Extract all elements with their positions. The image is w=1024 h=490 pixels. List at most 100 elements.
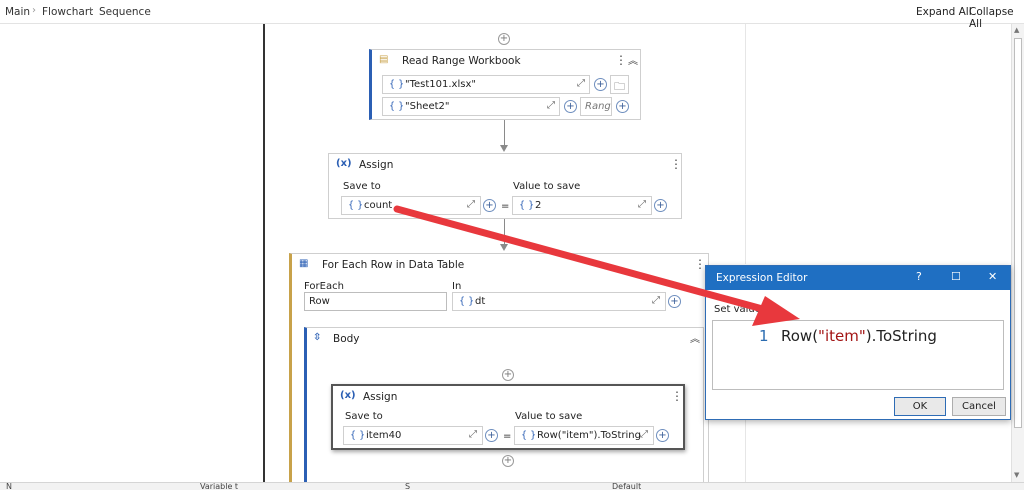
add-activity-plus-icon[interactable]: + xyxy=(498,33,510,45)
save-to-label: Save to xyxy=(345,411,383,422)
add-variable-plus-icon[interactable]: + xyxy=(483,199,496,212)
data-table-icon: ▦ xyxy=(299,258,309,269)
expand-editor-icon[interactable]: ⤢ xyxy=(467,199,475,210)
activity-title: Assign xyxy=(359,159,394,171)
expression-code-line[interactable]: Row("item").ToString xyxy=(781,327,937,345)
kebab-menu-icon[interactable]: ⋮ xyxy=(615,53,627,67)
dialog-title: Expression Editor xyxy=(716,272,808,284)
add-variable-plus-icon[interactable]: + xyxy=(668,295,681,308)
range-field[interactable]: Rang xyxy=(580,97,612,116)
variables-col-type[interactable]: Variable t xyxy=(200,483,238,490)
expression-code-editor[interactable]: 1 Row("item").ToString xyxy=(712,320,1004,390)
value-to-save-value: 2 xyxy=(535,200,542,211)
chevron-right-icon: › xyxy=(32,5,36,16)
expand-all-button[interactable]: Expand All xyxy=(916,6,972,18)
variables-panel-header xyxy=(0,482,1024,490)
expand-editor-icon[interactable]: ⤢ xyxy=(469,429,477,440)
add-variable-plus-icon[interactable]: + xyxy=(654,199,667,212)
connector-line xyxy=(504,120,505,146)
chevron-right-icon: › xyxy=(89,5,93,16)
maximize-icon[interactable]: ☐ xyxy=(951,270,961,283)
add-activity-plus-icon[interactable]: + xyxy=(502,455,514,467)
expand-editor-icon[interactable]: ⤢ xyxy=(547,100,555,111)
add-activity-plus-icon[interactable]: + xyxy=(502,369,514,381)
collapse-icon[interactable]: ︽ xyxy=(628,52,638,67)
connector-arrowhead xyxy=(500,145,508,152)
help-icon[interactable]: ? xyxy=(916,270,922,283)
code-token: ).ToString xyxy=(865,327,937,345)
designer-topbar: Main › Flowchart › Sequence Expand All C… xyxy=(0,0,1024,30)
breadcrumb-main[interactable]: Main xyxy=(5,6,30,18)
variables-col-scope[interactable]: S xyxy=(405,483,410,490)
variables-col-name[interactable]: N xyxy=(6,483,12,490)
sheet-name-field[interactable]: { } "Sheet2" ⤢ xyxy=(382,97,560,116)
body-sequence[interactable]: ⇳ Body ︽ + (x) Assign ⋮ Save to Value to… xyxy=(304,327,704,483)
value-to-save-value: Row("item").ToString xyxy=(537,430,641,441)
code-string-token: "item" xyxy=(818,327,866,345)
foreach-item-value: Row xyxy=(309,296,330,307)
code-token: Row( xyxy=(781,327,819,345)
breadcrumb-sequence[interactable]: Sequence xyxy=(99,6,151,18)
expression-editor-dialog[interactable]: Expression Editor ? ☐ ✕ Set value (S 1 R… xyxy=(705,265,1011,420)
excel-workbook-icon: ▤ xyxy=(379,54,389,65)
scroll-thumb[interactable] xyxy=(1014,38,1022,428)
equals-sign: = xyxy=(501,201,510,212)
sequence-border-left xyxy=(263,24,265,482)
dialog-titlebar[interactable]: Expression Editor ? ☐ ✕ xyxy=(706,266,1010,290)
save-to-label: Save to xyxy=(343,181,381,192)
assign-variable-icon: (x) xyxy=(336,158,352,169)
add-variable-plus-icon[interactable]: + xyxy=(564,100,577,113)
in-collection-field[interactable]: { } dt ⤢ xyxy=(452,292,666,311)
cancel-button[interactable]: Cancel xyxy=(952,397,1006,416)
workbook-path-value: "Test101.xlsx" xyxy=(405,79,476,90)
sequence-icon: ⇳ xyxy=(313,332,322,343)
dialog-subtitle: Set value (S xyxy=(714,304,775,315)
expression-brace-icon: { } xyxy=(389,101,405,112)
expand-editor-icon[interactable]: ⤢ xyxy=(652,295,660,306)
foreach-label: ForEach xyxy=(304,281,344,292)
ok-button[interactable]: OK xyxy=(894,397,946,416)
breadcrumb-flowchart[interactable]: Flowchart xyxy=(42,6,93,18)
assign-activity-count[interactable]: (x) Assign ⋮ Save to Value to save { } c… xyxy=(328,153,682,219)
add-variable-plus-icon[interactable]: + xyxy=(656,429,669,442)
range-placeholder: Rang xyxy=(585,101,611,112)
vertical-scrollbar[interactable]: ▲ ▼ xyxy=(1011,24,1024,483)
workbook-path-field[interactable]: { } "Test101.xlsx" ⤢ xyxy=(382,75,590,94)
for-each-row-activity[interactable]: ▦ For Each Row in Data Table ⋮ ForEach I… xyxy=(289,253,709,483)
scroll-down-icon[interactable]: ▼ xyxy=(1014,471,1019,479)
add-variable-plus-icon[interactable]: + xyxy=(594,78,607,91)
expand-editor-icon[interactable]: ⤢ xyxy=(638,199,646,210)
folder-icon: 🗀 xyxy=(614,80,625,93)
expression-brace-icon: { } xyxy=(350,430,366,441)
line-number: 1 xyxy=(759,327,769,345)
sequence-border-right-lower xyxy=(745,420,746,482)
value-to-save-field[interactable]: { } Row("item").ToString ⤢ xyxy=(514,426,654,445)
read-range-workbook-activity[interactable]: ▤ Read Range Workbook ⋮ ︽ { } "Test101.x… xyxy=(369,49,641,120)
expand-editor-icon[interactable]: ⤢ xyxy=(640,429,648,440)
save-to-field[interactable]: { } count ⤢ xyxy=(341,196,481,215)
close-icon[interactable]: ✕ xyxy=(988,270,997,283)
sequence-border-right xyxy=(745,24,746,264)
value-to-save-field[interactable]: { } 2 ⤢ xyxy=(512,196,652,215)
activity-header: (x) Assign ⋮ xyxy=(333,386,683,408)
activity-header: ▤ Read Range Workbook ⋮ ︽ xyxy=(372,50,640,72)
kebab-menu-icon[interactable]: ⋮ xyxy=(670,157,682,171)
collapse-icon[interactable]: ︽ xyxy=(690,330,700,345)
assign-activity-item40[interactable]: (x) Assign ⋮ Save to Value to save { } i… xyxy=(331,384,685,450)
save-to-value: item40 xyxy=(366,430,402,441)
activity-header: ▦ For Each Row in Data Table ⋮ xyxy=(292,254,708,276)
scroll-up-icon[interactable]: ▲ xyxy=(1014,26,1019,34)
browse-folder-button[interactable]: 🗀 xyxy=(610,75,629,94)
save-to-field[interactable]: { } item40 ⤢ xyxy=(343,426,483,445)
kebab-menu-icon[interactable]: ⋮ xyxy=(671,389,683,403)
variables-col-default[interactable]: Default xyxy=(612,483,641,490)
add-variable-plus-icon[interactable]: + xyxy=(485,429,498,442)
value-to-save-label: Value to save xyxy=(515,411,583,422)
add-variable-plus-icon[interactable]: + xyxy=(616,100,629,113)
expand-editor-icon[interactable]: ⤢ xyxy=(577,78,585,89)
value-to-save-label: Value to save xyxy=(513,181,581,192)
in-label: In xyxy=(452,281,462,292)
activity-header: (x) Assign ⋮ xyxy=(329,154,682,176)
body-header: ⇳ Body ︽ xyxy=(307,328,703,350)
foreach-item-field[interactable]: Row xyxy=(304,292,447,311)
